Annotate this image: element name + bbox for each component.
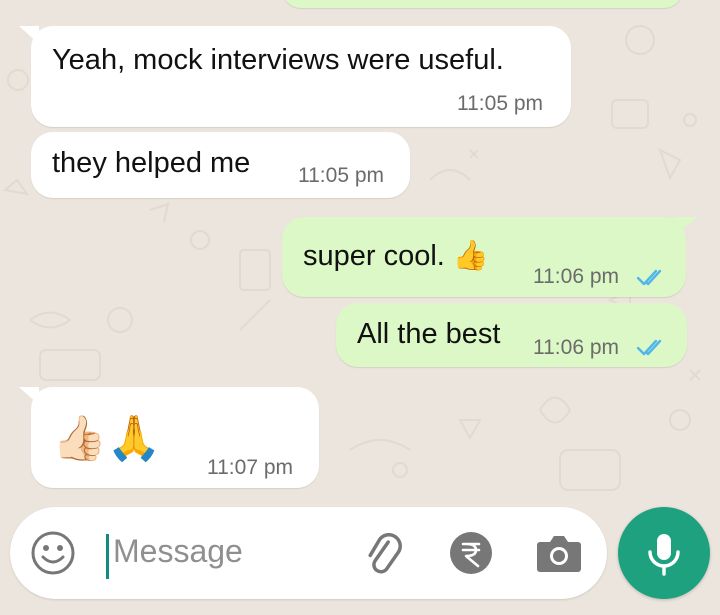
voice-record-button[interactable] xyxy=(618,507,710,599)
outgoing-message-bubble[interactable]: super cool. 👍 11:06 pm xyxy=(282,217,698,297)
message-emoji-text: 👍🏻🙏 xyxy=(52,414,162,463)
text-cursor xyxy=(106,534,109,579)
microphone-icon xyxy=(648,534,680,576)
message-time: 11:05 pm xyxy=(298,164,384,187)
message-time: 11:06 pm xyxy=(533,336,619,359)
paperclip-icon[interactable] xyxy=(360,529,408,577)
message-composer xyxy=(10,507,607,599)
incoming-message-bubble[interactable]: Yeah, mock interviews were useful. 11:05… xyxy=(19,26,571,127)
message-time: 11:05 pm xyxy=(457,92,543,115)
read-receipt-icon xyxy=(636,269,662,286)
bubble-tail xyxy=(19,26,39,44)
message-input[interactable] xyxy=(113,531,343,571)
message-text: super cool. 👍 xyxy=(303,240,490,272)
camera-icon[interactable] xyxy=(534,530,584,576)
message-text: All the best xyxy=(357,318,501,350)
message-text: Yeah, mock interviews were useful. xyxy=(52,44,504,76)
outgoing-message-bubble[interactable]: All the best 11:06 pm xyxy=(336,303,687,367)
message-text: they helped me xyxy=(52,147,251,179)
rupee-icon[interactable] xyxy=(448,530,494,576)
message-time: 11:06 pm xyxy=(533,265,619,288)
incoming-message-bubble[interactable]: 👍🏻🙏 11:07 pm xyxy=(19,387,319,488)
bubble-tail xyxy=(674,217,698,235)
message-time: 11:07 pm xyxy=(207,456,293,479)
bubble-tail xyxy=(19,387,39,405)
read-receipt-icon xyxy=(636,339,662,356)
outgoing-message-bubble-partial xyxy=(282,0,683,8)
emoji-icon[interactable] xyxy=(30,530,76,576)
incoming-message-bubble[interactable]: they helped me 11:05 pm xyxy=(31,132,410,198)
